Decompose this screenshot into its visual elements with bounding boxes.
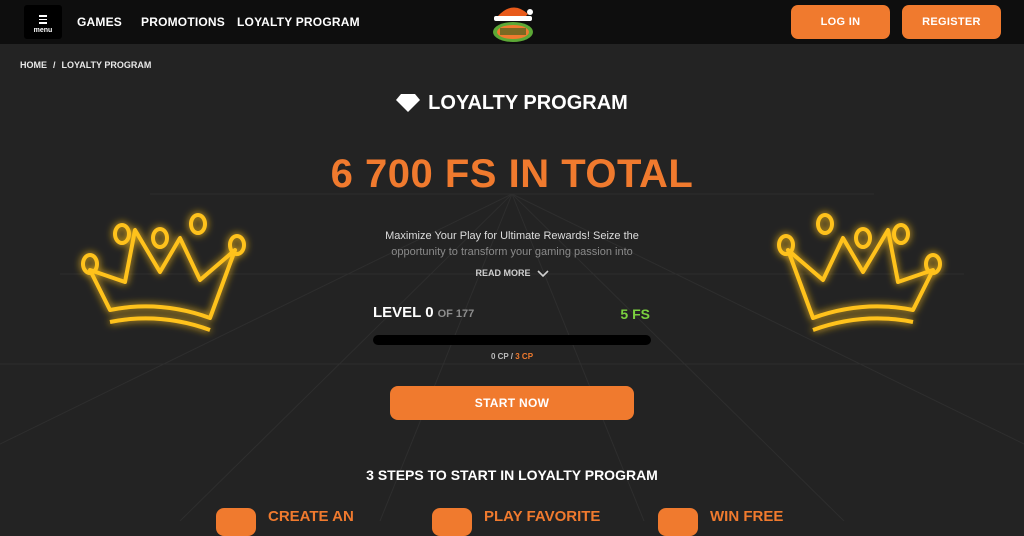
description-line-1: Maximize Your Play for Ultimate Rewards!…: [385, 230, 639, 242]
site-logo[interactable]: [488, 2, 538, 44]
login-button[interactable]: LOG IN: [791, 5, 890, 39]
read-more-link[interactable]: READ MORE: [0, 268, 1024, 278]
level-progress-bar: [373, 335, 651, 345]
cp-target: 3 CP: [515, 352, 534, 361]
breadcrumb-current: LOYALTY PROGRAM: [61, 60, 152, 70]
start-now-button[interactable]: START NOW: [390, 386, 634, 420]
play-icon: [432, 508, 472, 536]
menu-label: menu: [33, 27, 53, 34]
nav-promotions[interactable]: PROMOTIONS: [141, 15, 225, 29]
menu-button[interactable]: menu: [24, 5, 62, 39]
nav-games[interactable]: GAMES: [77, 15, 122, 29]
read-more-label: READ MORE: [475, 268, 531, 278]
level-total: OF 177: [437, 308, 475, 320]
hamburger-icon: [39, 15, 47, 26]
step-3-label: WIN FREE: [710, 508, 784, 525]
cp-current: 0 CP: [490, 352, 509, 361]
program-description: Maximize Your Play for Ultimate Rewards!…: [372, 228, 652, 260]
chevron-down-icon: [536, 270, 549, 278]
page-title-text: LOYALTY PROGRAM: [428, 92, 628, 114]
breadcrumb-separator: /: [53, 60, 56, 70]
level-label: LEVEL 0: [373, 304, 434, 321]
page-title: LOYALTY PROGRAM: [0, 92, 1024, 115]
breadcrumb: HOME / LOYALTY PROGRAM: [20, 60, 151, 70]
user-icon: [216, 508, 256, 536]
steps-heading: 3 STEPS TO START IN LOYALTY PROGRAM: [366, 467, 658, 483]
gift-icon: [658, 508, 698, 536]
total-free-spins-headline: 6 700 FS IN TOTAL: [330, 152, 694, 196]
diamond-icon: [396, 94, 421, 112]
level-reward: 5 FS: [620, 306, 650, 322]
top-navigation-bar: menu GAMES PROMOTIONS LOYALTY PROGRAM LO…: [0, 0, 1024, 44]
register-button[interactable]: REGISTER: [902, 5, 1001, 39]
comp-points-counter: 0 CP / 3 CP: [0, 352, 1024, 361]
step-1-label: CREATE AN: [268, 508, 354, 525]
step-2-label: PLAY FAVORITE: [484, 508, 601, 525]
level-indicator: LEVEL 0 OF 177: [373, 304, 474, 321]
nav-loyalty-program[interactable]: LOYALTY PROGRAM: [237, 15, 360, 29]
description-line-2: opportunity to transform your gaming pas…: [391, 246, 633, 258]
breadcrumb-home[interactable]: HOME: [20, 60, 47, 70]
